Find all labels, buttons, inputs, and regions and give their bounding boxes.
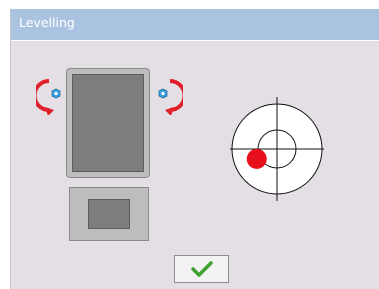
device-side-view [69,187,149,241]
device-side-screen [88,199,130,229]
level-bubble [246,148,267,169]
device-top-view [66,68,150,178]
window-title: Levelling [19,15,75,30]
levelling-window: Levelling [10,9,379,289]
rotate-left-screw-button[interactable] [32,77,64,116]
level-indicator [230,97,324,201]
title-bar: Levelling [11,9,379,40]
checkmark-icon [190,261,213,277]
title-divider [11,40,379,41]
confirm-button[interactable] [174,255,229,283]
rotate-right-screw-button[interactable] [155,77,187,116]
adjustment-screw-icon [158,88,168,99]
rotate-clockwise-icon [158,79,187,116]
rotate-counterclockwise-icon [32,79,61,116]
device-screen [72,74,144,172]
adjustment-screw-icon [51,88,61,99]
